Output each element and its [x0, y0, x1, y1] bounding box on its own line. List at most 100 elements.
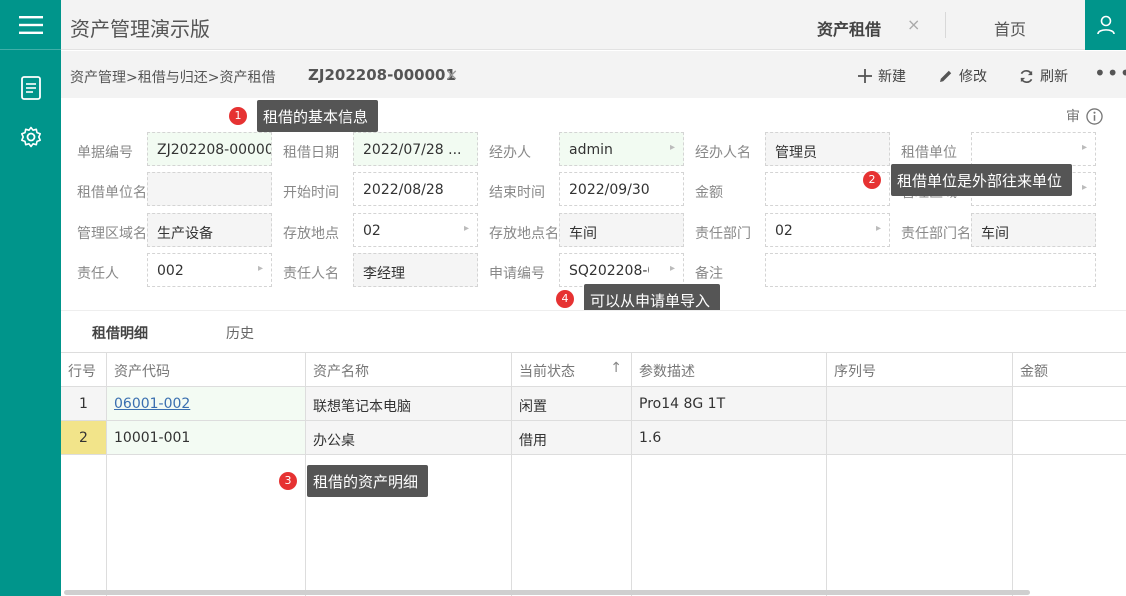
col-header-amount: 金额 [1013, 353, 1126, 387]
new-button-label: 新建 [878, 69, 906, 85]
tip-external-unit: 租借单位是外部往来单位 [891, 164, 1073, 196]
info-icon [1086, 107, 1103, 125]
edit-button[interactable]: 修改 [939, 66, 987, 86]
tab-divider [945, 12, 946, 38]
chevron-right-icon: ▸ [669, 263, 675, 274]
lend-date-label: 租借日期 [283, 145, 339, 161]
row-1-no: 1 [61, 387, 107, 421]
row-2-amount[interactable] [1013, 421, 1126, 455]
grid-column-line [632, 455, 827, 596]
chevron-right-icon: ▸ [463, 223, 469, 234]
tab-close-button[interactable]: × [907, 15, 920, 34]
mgmt-area-name-label: 管理区域名 [77, 226, 147, 242]
amount-label: 金额 [695, 185, 723, 201]
sidebar [0, 0, 61, 596]
storage-label: 存放地点 [283, 226, 339, 242]
owner-field[interactable]: 002 ▸ [147, 253, 272, 287]
handler-field[interactable]: admin ▸ [559, 132, 684, 166]
user-button[interactable] [1085, 0, 1126, 50]
row-2-desc: 1.6 [632, 421, 827, 455]
apply-no-value: SQ202208-000001 [569, 263, 649, 279]
menu-toggle-button[interactable] [0, 0, 61, 50]
lend-unit-field[interactable]: ▸ [971, 132, 1096, 166]
tip-basic-info: 租借的基本信息 [257, 100, 379, 132]
handler-name-value: 管理员 [775, 145, 817, 161]
new-button[interactable]: 新建 [858, 66, 906, 86]
dept-name-value: 车间 [981, 226, 1009, 242]
top-bar: 资产管理演示版 资产租借 × 首页 [61, 0, 1126, 50]
tab-asset-lending[interactable]: 资产租借 [817, 16, 881, 40]
sidebar-item-settings[interactable] [0, 117, 61, 157]
col-header-asset-name: 资产名称 [306, 353, 512, 387]
tip-badge-1: 1 [229, 107, 247, 125]
tab-history[interactable]: 历史 [226, 323, 254, 343]
mgmt-area-name-field: 生产设备 [147, 213, 272, 247]
basic-info-form: 审 单据编号 ZJ202208-000001 租借日期 2022/07/28 .… [61, 98, 1126, 310]
dept-field[interactable]: 02 ▸ [765, 213, 890, 247]
chevron-right-icon: ▸ [1081, 182, 1087, 193]
lend-date-field[interactable]: 2022/07/28 ... [353, 132, 478, 166]
tip-badge-4: 4 [556, 290, 574, 308]
document-close-button[interactable]: × [445, 65, 458, 84]
document-number-title: ZJ202208-000001 [308, 66, 456, 84]
remark-field[interactable] [765, 253, 1096, 287]
row-1-code[interactable]: 06001-002 [107, 387, 306, 421]
dept-value: 02 [775, 223, 793, 239]
audit-status[interactable]: 审 [1066, 106, 1103, 126]
more-button[interactable]: ••• [1094, 61, 1126, 85]
row-2-code[interactable]: 10001-001 [107, 421, 306, 455]
row-1-amount[interactable] [1013, 387, 1126, 421]
chevron-right-icon: ▸ [257, 263, 263, 274]
handler-name-label: 经办人名 [695, 145, 751, 161]
hamburger-icon [18, 15, 43, 34]
end-time-value: 2022/09/30 [569, 182, 650, 198]
owner-name-label: 责任人名 [283, 266, 339, 282]
mgmt-area-name-value: 生产设备 [157, 226, 213, 242]
document-icon [20, 76, 41, 100]
end-time-label: 结束时间 [489, 185, 545, 201]
handler-name-field: 管理员 [765, 132, 890, 166]
tab-home[interactable]: 首页 [994, 16, 1026, 40]
refresh-icon [1020, 69, 1033, 83]
refresh-button[interactable]: 刷新 [1019, 66, 1068, 86]
chevron-right-icon: ▸ [875, 223, 881, 234]
grid-column-line [61, 455, 107, 596]
row-1-status: 闲置 [512, 387, 632, 421]
grid-column-line [827, 455, 1013, 596]
storage-field[interactable]: 02 ▸ [353, 213, 478, 247]
storage-name-value: 车间 [569, 226, 597, 242]
col-header-serial: 序列号 [827, 353, 1013, 387]
owner-name-value: 李经理 [363, 266, 405, 282]
col-header-status[interactable]: 当前状态 ↑ [512, 353, 632, 387]
dept-label: 责任部门 [695, 226, 751, 242]
lend-unit-name-field [147, 172, 272, 206]
apply-no-field[interactable]: SQ202208-000001 ▸ [559, 253, 684, 287]
col-header-asset-code: 资产代码 [107, 353, 306, 387]
start-time-value: 2022/08/28 [363, 182, 444, 198]
plus-icon [858, 69, 872, 83]
grid-column-line [306, 455, 512, 596]
row-1-code-link[interactable]: 06001-002 [114, 396, 190, 412]
chevron-right-icon: ▸ [1081, 142, 1087, 153]
detail-grid: 行号 资产代码 资产名称 当前状态 ↑ 参数描述 序列号 金额 1 06001-… [61, 352, 1126, 596]
storage-name-label: 存放地点名 [489, 226, 559, 242]
row-2-name: 办公桌 [306, 421, 512, 455]
sidebar-item-documents[interactable] [0, 68, 61, 108]
owner-label: 责任人 [77, 266, 119, 282]
edit-button-label: 修改 [959, 69, 987, 85]
tab-lend-detail[interactable]: 租借明细 [92, 323, 148, 343]
toolbar: 资产管理>租借与归还>资产租借 ZJ202208-000001 × 新建 修改 … [61, 51, 1126, 98]
handler-value: admin [569, 142, 613, 158]
start-time-field[interactable]: 2022/08/28 [353, 172, 478, 206]
owner-value: 002 [157, 263, 184, 279]
lend-date-value: 2022/07/28 ... [363, 142, 462, 158]
row-1-serial [827, 387, 1013, 421]
storage-name-field: 车间 [559, 213, 684, 247]
doc-no-value: ZJ202208-000001 [157, 142, 272, 158]
end-time-field[interactable]: 2022/09/30 [559, 172, 684, 206]
breadcrumb: 资产管理>租借与归还>资产租借 [70, 70, 276, 86]
storage-value: 02 [363, 223, 381, 239]
doc-no-field[interactable]: ZJ202208-000001 [147, 132, 272, 166]
horizontal-scrollbar[interactable] [64, 590, 1030, 595]
dept-name-label: 责任部门名 [901, 226, 971, 242]
